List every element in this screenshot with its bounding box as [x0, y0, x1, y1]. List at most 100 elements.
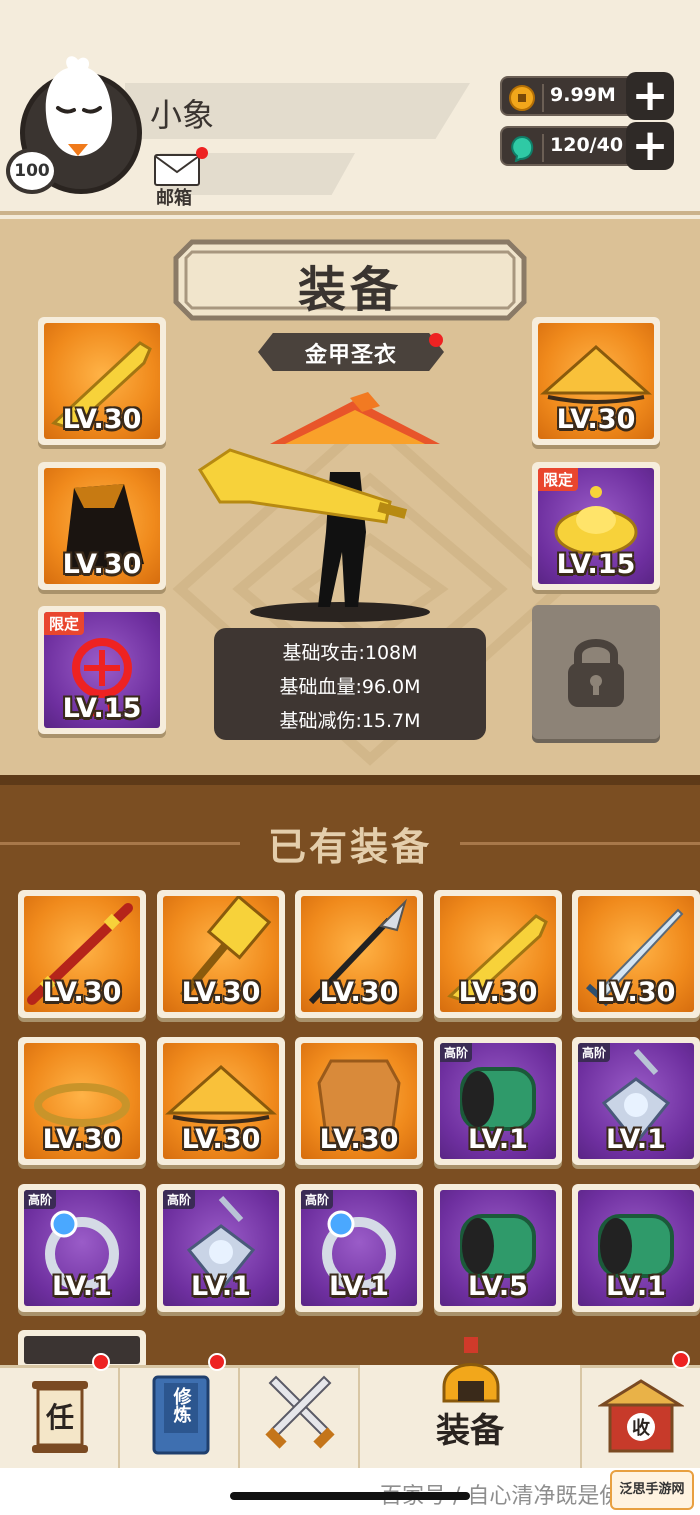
mail-notification-dot	[196, 147, 208, 159]
owned-item-slot[interactable]: LV.30	[295, 1037, 423, 1165]
cultivate-notification-dot	[208, 1353, 226, 1371]
owned-item-slot[interactable]: 高阶 LV.1	[295, 1184, 423, 1312]
nav-battle[interactable]	[240, 1365, 360, 1468]
player-header: 小象 100 邮箱 9.99M + 120/40 +	[0, 0, 700, 215]
cultivate-glyph: 修炼	[171, 1386, 193, 1424]
slot-background: LV.30	[301, 896, 417, 1012]
item-level: LV.30	[42, 977, 122, 1008]
owned-item-slot[interactable]: LV.30	[18, 890, 146, 1018]
locked-slot[interactable]	[532, 605, 660, 739]
slot-background: LV.30	[163, 1043, 279, 1159]
add-gems-button[interactable]: +	[626, 122, 674, 170]
collect-glyph: 收	[632, 1417, 650, 1439]
add-coins-button[interactable]: +	[626, 72, 674, 120]
owned-item-slot[interactable]: LV.30	[572, 890, 700, 1018]
watermark-logo: 泛思手游网	[610, 1470, 694, 1510]
slot-background: 高阶 LV.1	[163, 1190, 279, 1306]
nav-collect[interactable]: 收	[582, 1351, 700, 1468]
coin-counter: 9.99M +	[500, 72, 674, 120]
gem-icon	[511, 135, 534, 162]
slot-background: LV.30	[578, 896, 694, 1012]
item-level: LV.30	[181, 1124, 261, 1155]
owned-item-slot[interactable]: 高阶 LV.1	[157, 1184, 285, 1312]
slot-background: LV.30	[163, 896, 279, 1012]
equip-slot-hat[interactable]: LV.30	[532, 317, 660, 445]
limited-tag: 限定	[44, 612, 85, 635]
item-level: LV.1	[468, 1124, 528, 1155]
envelope-icon	[154, 154, 200, 186]
collect-notification-dot	[672, 1351, 690, 1369]
divider	[542, 134, 544, 162]
slot-background: LV.30	[24, 896, 140, 1012]
player-level-badge: 100	[6, 148, 58, 194]
owned-item-slot[interactable]: LV.30	[295, 890, 423, 1018]
owned-item-slot[interactable]: 高阶 LV.1	[572, 1037, 700, 1165]
scroll-icon: 任	[32, 1381, 88, 1453]
shop-building-icon: 收	[598, 1379, 684, 1453]
equip-slot-weapon[interactable]: LV.30	[38, 317, 166, 445]
stat-damage-reduction: 基础减伤:15.7M	[279, 710, 421, 732]
owned-item-partial[interactable]	[18, 1330, 146, 1370]
owned-equipment-title: 已有装备	[267, 825, 432, 869]
equip-slot-cloak[interactable]: LV.30	[38, 462, 166, 590]
rank-tag: 高阶	[24, 1190, 57, 1209]
home-indicator[interactable]	[230, 1492, 470, 1500]
equip-slot-ingot[interactable]: 限定 LV.15	[532, 462, 660, 590]
owned-item-slot[interactable]: LV.30	[157, 1037, 285, 1165]
item-level: LV.1	[329, 1271, 389, 1302]
item-level: LV.30	[458, 977, 538, 1008]
slot-background: LV.30	[44, 323, 160, 439]
owned-item-slot[interactable]: 高阶 LV.1	[18, 1184, 146, 1312]
nav-cultivate[interactable]: 修炼	[120, 1353, 240, 1468]
owned-item-slot[interactable]: LV.30	[157, 890, 285, 1018]
owned-item-slot[interactable]: LV.5	[434, 1184, 562, 1312]
plus-icon: +	[631, 70, 669, 121]
book-icon: 修炼	[152, 1375, 210, 1455]
hero-character	[197, 392, 440, 622]
limited-tag: 限定	[538, 468, 579, 491]
coin-value: 9.99M	[550, 84, 616, 106]
item-level: LV.1	[52, 1271, 112, 1302]
tasks-glyph: 任	[45, 1401, 74, 1434]
item-level: LV.30	[556, 404, 636, 435]
item-level: LV.5	[468, 1271, 528, 1302]
rank-tag: 高阶	[163, 1190, 196, 1209]
equip-slot-charm[interactable]: 限定 LV.15	[38, 606, 166, 734]
set-notification-dot	[429, 333, 443, 347]
slot-background: LV.30	[440, 896, 556, 1012]
item-level: LV.30	[62, 404, 142, 435]
owned-item-slot[interactable]: LV.1	[572, 1184, 700, 1312]
mail-label: 邮箱	[156, 188, 192, 209]
slot-background: 限定 LV.15	[538, 468, 654, 584]
item-level: LV.15	[62, 693, 142, 724]
item-level: LV.1	[191, 1271, 251, 1302]
player-name: 小象	[150, 96, 215, 134]
owned-item-slot[interactable]: LV.30	[434, 890, 562, 1018]
slot-background: 高阶 LV.1	[24, 1190, 140, 1306]
slot-background: LV.30	[24, 1043, 140, 1159]
nav-equipment-active[interactable]: 装备	[360, 1337, 582, 1468]
item-level: LV.30	[62, 549, 142, 580]
divider	[542, 84, 544, 112]
stat-attack: 基础攻击:108M	[282, 642, 418, 664]
slot-background: LV.30	[44, 468, 160, 584]
nav-tasks[interactable]: 任	[0, 1353, 120, 1468]
equip-title: 装备	[297, 262, 402, 318]
item-level: LV.1	[606, 1124, 666, 1155]
tasks-notification-dot	[92, 1353, 110, 1371]
equip-tab-label: 装备	[436, 1411, 504, 1451]
item-level: LV.30	[181, 977, 261, 1008]
slot-background: LV.30	[301, 1043, 417, 1159]
item-level: LV.30	[319, 1124, 399, 1155]
item-level: LV.15	[556, 549, 636, 580]
gem-counter: 120/40 +	[500, 122, 674, 170]
helmet-icon	[442, 1337, 500, 1403]
item-level: LV.30	[596, 977, 676, 1008]
item-level: LV.1	[606, 1271, 666, 1302]
slot-background: LV.1	[578, 1190, 694, 1306]
owned-item-slot[interactable]: LV.30	[18, 1037, 146, 1165]
rank-tag: 高阶	[301, 1190, 334, 1209]
crossed-swords-icon	[265, 1375, 335, 1449]
lock-icon	[568, 639, 624, 707]
owned-item-slot[interactable]: 高阶 LV.1	[434, 1037, 562, 1165]
